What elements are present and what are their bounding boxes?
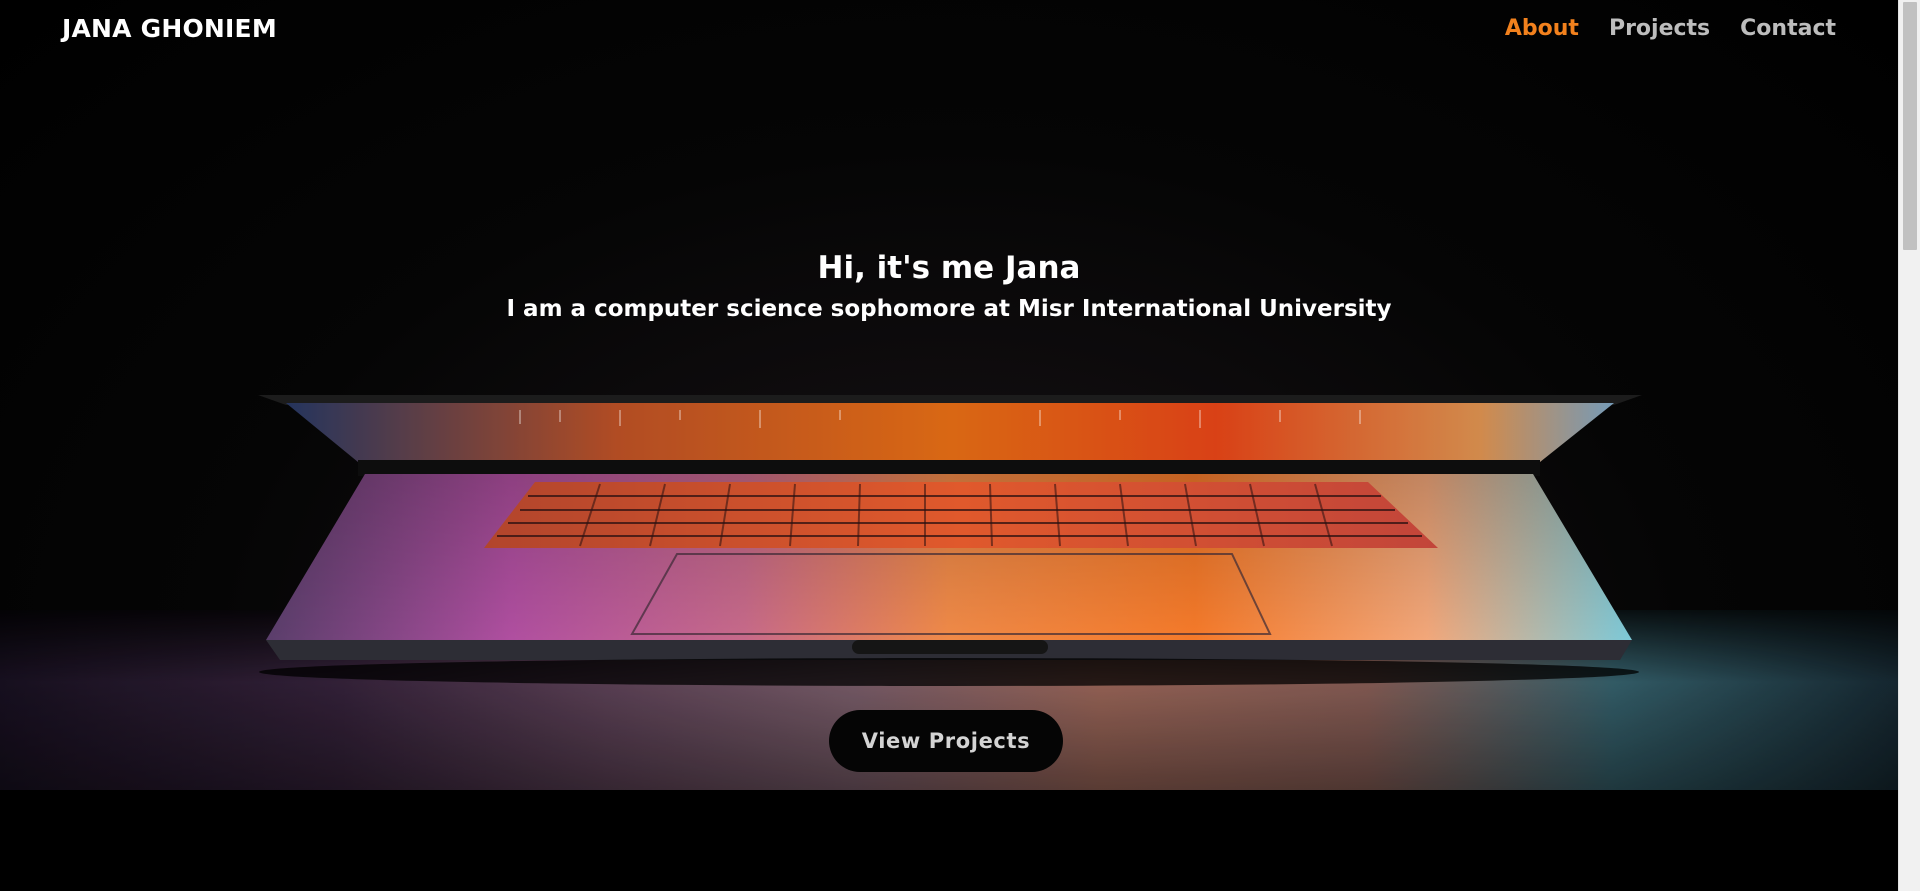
top-navbar: JANA GHONIEM About Projects Contact (0, 0, 1898, 60)
view-projects-button[interactable]: View Projects (829, 710, 1063, 772)
laptop-image (258, 395, 1642, 686)
vertical-scrollbar[interactable] (1898, 0, 1920, 891)
hero-greeting: Hi, it's me Jana (817, 250, 1081, 286)
page-bottom-section (0, 790, 1898, 891)
nav-link-contact[interactable]: Contact (1740, 16, 1836, 41)
nav-link-projects[interactable]: Projects (1609, 16, 1710, 41)
hero-tagline: I am a computer science sophomore at Mis… (506, 296, 1392, 322)
portfolio-page: Hi, it's me Jana I am a computer science… (0, 0, 1898, 891)
hero-section: Hi, it's me Jana I am a computer science… (0, 0, 1898, 790)
scrollbar-thumb[interactable] (1903, 2, 1917, 250)
nav-link-about[interactable]: About (1505, 16, 1579, 41)
site-brand[interactable]: JANA GHONIEM (62, 14, 277, 43)
nav-links: About Projects Contact (1505, 16, 1836, 41)
